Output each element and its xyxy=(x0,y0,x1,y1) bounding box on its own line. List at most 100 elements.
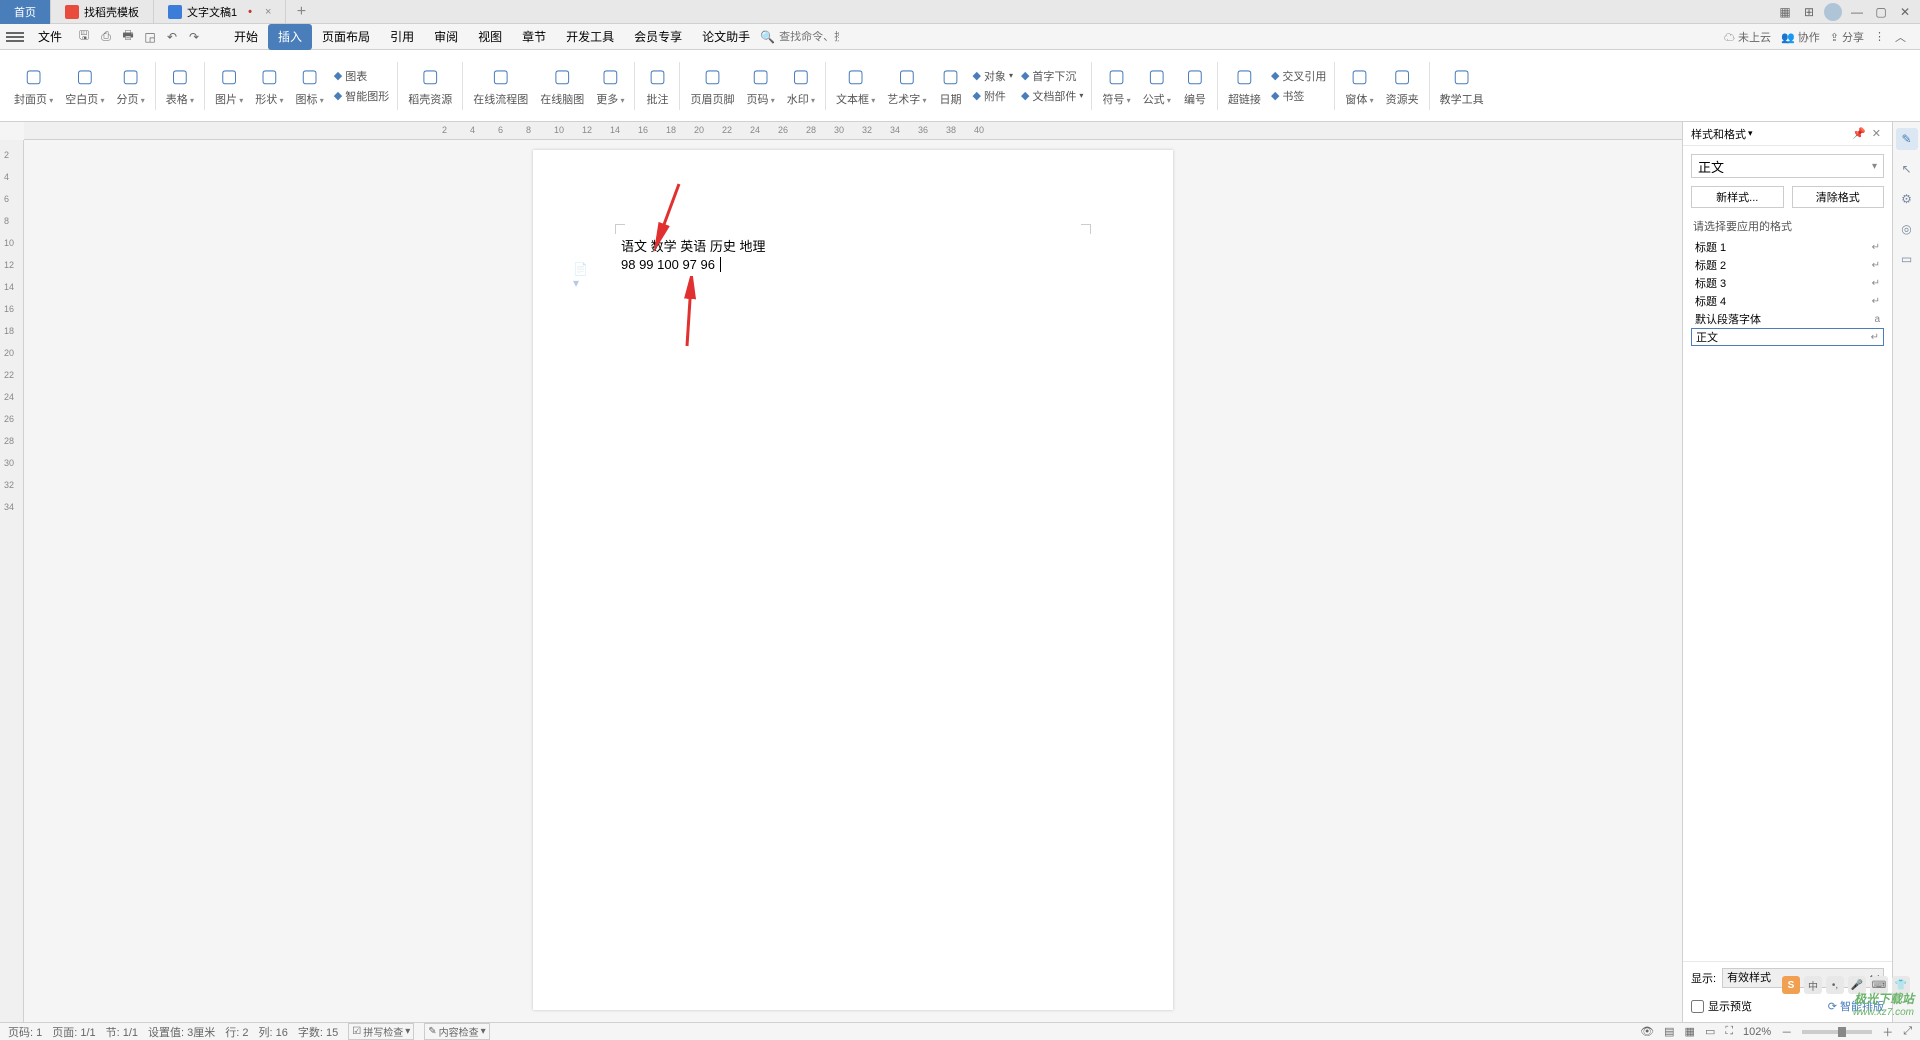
vertical-ruler[interactable]: 246810121416182022242628303234 xyxy=(0,140,24,1022)
sb-zoom-out[interactable]: － xyxy=(1781,1024,1792,1040)
vt-settings-icon[interactable]: ⚙ xyxy=(1896,188,1918,210)
menu-tab-3[interactable]: 引用 xyxy=(380,24,424,50)
tab-stocks[interactable]: 找稻壳模板 xyxy=(51,0,154,24)
ime-sogou-icon[interactable]: S xyxy=(1782,976,1800,994)
clear-format-button[interactable]: 清除格式 xyxy=(1792,186,1885,208)
ime-punct-icon[interactable]: •, xyxy=(1826,976,1844,994)
preview-checkbox[interactable] xyxy=(1691,1000,1704,1013)
avatar[interactable] xyxy=(1824,3,1842,21)
menu-tab-0[interactable]: 开始 xyxy=(224,24,268,50)
vt-styles-icon[interactable]: ✎ xyxy=(1896,128,1918,150)
sb-chars[interactable]: 字数: 15 xyxy=(298,1024,338,1040)
menu-tab-2[interactable]: 页面布局 xyxy=(312,24,380,50)
menu-tab-9[interactable]: 论文助手 xyxy=(692,24,760,50)
sb-zoom-slider[interactable] xyxy=(1802,1030,1872,1034)
qat-print-icon[interactable]: 🖶 xyxy=(118,27,138,47)
ribbon-更多[interactable]: ▢更多 ▾ xyxy=(590,56,630,116)
style-item[interactable]: 正文↵ xyxy=(1691,328,1884,346)
ime-lang-icon[interactable]: 中 xyxy=(1804,976,1822,994)
search-area[interactable]: 🔍 xyxy=(760,30,839,44)
style-item[interactable]: 标题 1↵ xyxy=(1691,238,1884,256)
ribbon-对象[interactable]: ◆ 对象 ▾ xyxy=(968,67,1016,85)
ribbon-页码[interactable]: ▢页码 ▾ xyxy=(740,56,780,116)
vt-location-icon[interactable]: ◎ xyxy=(1896,218,1918,240)
sb-view1-icon[interactable]: ▤ xyxy=(1664,1025,1674,1038)
doc-line2[interactable]: 98 99 100 97 96 xyxy=(621,256,765,274)
new-tab-button[interactable]: + xyxy=(286,3,316,21)
qat-undo-icon[interactable]: ↶ xyxy=(162,27,182,47)
ribbon-资源夹[interactable]: ▢资源夹 xyxy=(1380,56,1425,116)
chevron-up-icon[interactable]: ︿ xyxy=(1895,29,1906,45)
ribbon-教学工具[interactable]: ▢教学工具 xyxy=(1434,56,1490,116)
ribbon-形状[interactable]: ▢形状 ▾ xyxy=(249,56,289,116)
sb-fit-icon[interactable]: ⛶ xyxy=(1725,1025,1733,1038)
sb-zoom[interactable]: 102% xyxy=(1743,1026,1771,1038)
ribbon-图表[interactable]: ◆ 图表 xyxy=(330,67,393,85)
sb-page[interactable]: 页面: 1/1 xyxy=(52,1024,95,1040)
sb-contentcheck[interactable]: ✎ 内容检查 ▾ xyxy=(424,1023,489,1040)
ribbon-稻壳资源[interactable]: ▢稻壳资源 xyxy=(402,56,458,116)
ribbon-书签[interactable]: ◆ 书签 xyxy=(1267,87,1330,105)
coop-button[interactable]: 👥 协作 xyxy=(1781,29,1820,45)
cloud-status[interactable]: ☁ 未上云 xyxy=(1724,29,1771,45)
menu-tab-8[interactable]: 会员专享 xyxy=(624,24,692,50)
sb-view2-icon[interactable]: ▦ xyxy=(1685,1025,1695,1038)
tab-document[interactable]: 文字文稿1•× xyxy=(154,0,286,24)
share-button[interactable]: ⇪ 分享 xyxy=(1830,29,1864,45)
ribbon-页眉页脚[interactable]: ▢页眉页脚 xyxy=(684,56,740,116)
menu-tab-4[interactable]: 审阅 xyxy=(424,24,468,50)
more-icon[interactable]: ⋮ xyxy=(1874,30,1885,43)
style-item[interactable]: 默认段落字体a xyxy=(1691,310,1884,328)
sb-indent[interactable]: 设置值: 3厘米 xyxy=(148,1024,215,1040)
paragraph-ghost-icon[interactable]: 📄▾ xyxy=(573,268,593,284)
sb-spellcheck[interactable]: ☑ 拼写检查 ▾ xyxy=(348,1023,414,1040)
panel-close-icon[interactable]: ✕ xyxy=(1869,127,1884,140)
hamburger-icon[interactable] xyxy=(6,32,24,42)
sb-row[interactable]: 行: 2 xyxy=(225,1024,248,1040)
ribbon-图标[interactable]: ▢图标 ▾ xyxy=(290,56,330,116)
qat-redo-icon[interactable]: ↷ xyxy=(184,27,204,47)
tab-close-icon[interactable]: × xyxy=(265,6,271,18)
sb-pageno[interactable]: 页码: 1 xyxy=(8,1024,42,1040)
ribbon-交叉引用[interactable]: ◆ 交叉引用 xyxy=(1267,67,1330,85)
sb-view3-icon[interactable]: ▭ xyxy=(1705,1025,1715,1038)
maximize-icon[interactable]: ▢ xyxy=(1872,3,1890,21)
document-page[interactable]: 📄▾ 语文 数学 英语 历史 地理 98 99 100 97 96 xyxy=(533,150,1173,1010)
doc-line1[interactable]: 语文 数学 英语 历史 地理 xyxy=(621,238,765,256)
menu-tab-6[interactable]: 章节 xyxy=(512,24,556,50)
file-menu[interactable]: 文件 xyxy=(30,28,70,45)
ribbon-首字下沉[interactable]: ◆ 首字下沉 xyxy=(1017,67,1087,85)
minimize-icon[interactable]: — xyxy=(1848,3,1866,21)
qat-output-icon[interactable]: ⎙ xyxy=(96,27,116,47)
ribbon-空白页[interactable]: ▢空白页 ▾ xyxy=(59,56,110,116)
ribbon-封面页[interactable]: ▢封面页 ▾ xyxy=(8,56,59,116)
ribbon-附件[interactable]: ◆ 附件 xyxy=(968,87,1016,105)
menu-tab-5[interactable]: 视图 xyxy=(468,24,512,50)
ribbon-批注[interactable]: ▢批注 xyxy=(639,56,675,116)
qat-preview-icon[interactable]: ◲ xyxy=(140,27,160,47)
ribbon-超链接[interactable]: ▢超链接 xyxy=(1222,56,1267,116)
ribbon-日期[interactable]: ▢日期 xyxy=(932,56,968,116)
horizontal-ruler[interactable]: 246810121416182022242628303234363840 xyxy=(24,122,1682,140)
ribbon-在线脑图[interactable]: ▢在线脑图 xyxy=(534,56,590,116)
pin-icon[interactable]: 📌 xyxy=(1849,127,1869,140)
menu-tab-1[interactable]: 插入 xyxy=(268,24,312,50)
sb-section[interactable]: 节: 1/1 xyxy=(106,1024,138,1040)
apps-icon[interactable]: ⊞ xyxy=(1800,3,1818,21)
ribbon-窗体[interactable]: ▢窗体 ▾ xyxy=(1339,56,1379,116)
ribbon-在线流程图[interactable]: ▢在线流程图 xyxy=(467,56,534,116)
current-style-select[interactable]: 正文▾ xyxy=(1691,154,1884,178)
sb-zoom-in[interactable]: ＋ xyxy=(1882,1024,1893,1040)
ribbon-编号[interactable]: ▢编号 xyxy=(1177,56,1213,116)
ribbon-图片[interactable]: ▢图片 ▾ xyxy=(209,56,249,116)
sb-expand-icon[interactable]: ⤢ xyxy=(1903,1025,1912,1038)
ribbon-文档部件[interactable]: ◆ 文档部件 ▾ xyxy=(1017,87,1087,105)
close-icon[interactable]: ✕ xyxy=(1896,3,1914,21)
tab-home[interactable]: 首页 xyxy=(0,0,51,24)
sb-eye-icon[interactable]: 👁 xyxy=(1640,1025,1654,1038)
vt-book-icon[interactable]: ▭ xyxy=(1896,248,1918,270)
search-input[interactable] xyxy=(779,31,839,43)
ribbon-艺术字[interactable]: ▢艺术字 ▾ xyxy=(881,56,932,116)
ribbon-分页[interactable]: ▢分页 ▾ xyxy=(111,56,151,116)
new-style-button[interactable]: 新样式... xyxy=(1691,186,1784,208)
